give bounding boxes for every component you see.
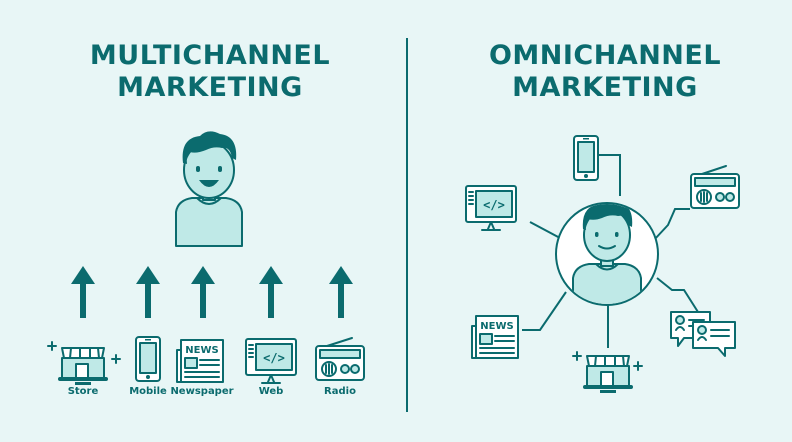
channel-label-web: Web: [258, 386, 284, 397]
omni-web-icon-code: </>: [483, 198, 505, 212]
arrow-mobile: [136, 266, 160, 318]
mobile-icon: [135, 336, 161, 382]
omni-web-icon: </>: [465, 185, 517, 231]
omni-radio-icon: [690, 165, 740, 209]
arrow-newspaper: [191, 266, 215, 318]
web-icon: </>: [245, 338, 297, 384]
diagram-canvas: MULTICHANNEL MARKETING OMNICHANNEL MARKE…: [0, 0, 792, 442]
multichannel-customer-avatar: [175, 131, 243, 247]
web-icon-code: </>: [263, 351, 285, 365]
omni-newspaper-icon-text: NEWS: [480, 321, 513, 332]
arrow-web: [259, 266, 283, 318]
omni-newspaper-icon: NEWS: [471, 315, 519, 359]
channel-arrows: [71, 266, 353, 318]
channel-label-radio: Radio: [324, 386, 356, 397]
radio-icon: [315, 337, 365, 381]
omni-mobile-icon: [573, 135, 599, 181]
diagram-graphics: .s { stroke: #0b6b6e; stroke-width: 2; f…: [47, 38, 740, 412]
omni-store-icon: [572, 351, 643, 393]
store-icon: [47, 341, 121, 385]
omni-chat-icon: [670, 311, 736, 357]
channel-label-newspaper: Newspaper: [170, 386, 234, 397]
arrow-store: [71, 266, 95, 318]
newspaper-icon: NEWS: [176, 339, 224, 383]
arrow-radio: [329, 266, 353, 318]
channel-label-store: Store: [67, 386, 99, 397]
newspaper-icon-text: NEWS: [185, 345, 218, 356]
omnichannel-customer-avatar: [555, 202, 659, 306]
